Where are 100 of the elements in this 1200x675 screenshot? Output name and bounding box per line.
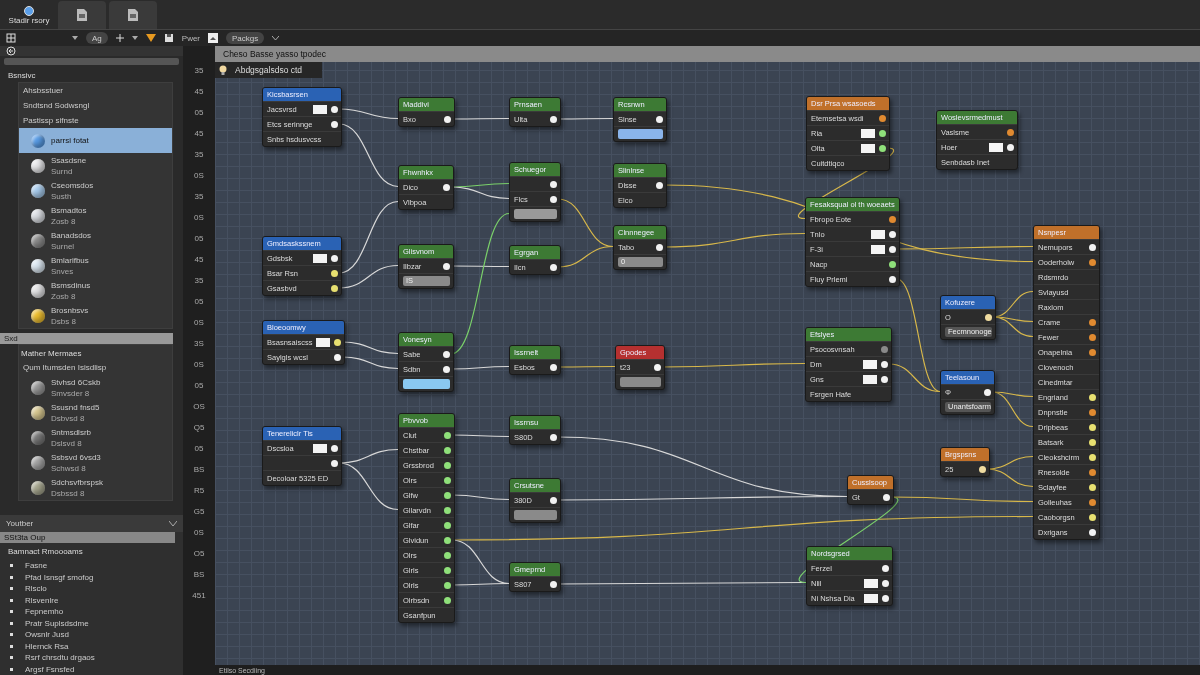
pin-socket[interactable] [444,476,451,484]
pin-socket[interactable] [1089,258,1096,266]
pin-socket[interactable] [331,269,338,277]
pin-socket[interactable] [1089,318,1096,326]
pin-socket[interactable] [881,360,888,368]
pin-socket[interactable] [983,388,991,396]
pin-socket[interactable] [1089,423,1096,431]
packages-dropdown[interactable]: Packgs [226,32,265,44]
chevron-icon[interactable] [272,36,280,40]
pin-socket[interactable] [444,596,451,604]
pin-socket[interactable] [331,105,338,113]
pin-socket[interactable] [1089,453,1096,461]
value-field[interactable] [514,209,557,219]
pin-socket[interactable] [444,446,451,454]
chevron-icon[interactable] [169,521,177,526]
material-item[interactable]: Ssasdsne Surnd [19,153,172,178]
pin-socket[interactable] [1007,128,1014,136]
document-tab[interactable] [58,1,106,29]
value-field[interactable] [514,510,557,520]
pin-socket[interactable] [443,183,450,191]
pin-socket[interactable] [1089,243,1096,251]
material-item[interactable]: Brosnbsvs Dsbs 8 [19,303,172,328]
pin-socket[interactable] [550,195,557,203]
value-swatch[interactable] [864,593,878,603]
pin-socket[interactable] [882,579,889,587]
document-tab[interactable] [109,1,157,29]
value-swatch[interactable] [864,578,878,588]
pin-socket[interactable] [550,115,557,123]
pin-socket[interactable] [881,375,888,383]
image-icon[interactable] [208,33,219,43]
material-item[interactable]: Ssbsvd 6vsd3 Schwsd 8 [19,450,172,475]
pin-socket[interactable] [444,551,451,559]
value-swatch[interactable] [313,104,327,114]
pin-socket[interactable] [888,275,896,283]
pin-socket[interactable] [550,263,557,271]
pin-socket[interactable] [656,243,663,251]
value-swatch[interactable] [316,337,331,347]
pin-socket[interactable] [1089,438,1096,446]
pin-socket[interactable] [656,181,663,189]
value-swatch[interactable] [870,229,885,239]
pin-socket[interactable] [444,536,451,544]
caret-icon[interactable] [72,36,78,40]
pin-socket[interactable] [444,115,451,123]
plus-icon[interactable] [115,34,124,42]
list-item[interactable]: Pastissp sifnste [19,113,172,128]
pin-socket[interactable] [444,566,451,574]
pin-socket[interactable] [331,120,338,128]
pin-socket[interactable] [550,580,557,588]
pin-socket[interactable] [879,114,886,122]
pin-socket[interactable] [331,459,338,467]
list-item[interactable]: Ahsbsstuer [19,83,172,98]
pin-socket[interactable] [444,506,451,514]
pin-socket[interactable] [550,433,557,441]
material-item[interactable]: Bmlarifbus Snves [19,253,172,278]
value-field[interactable] [618,129,663,139]
value-swatch[interactable] [313,443,327,453]
pin-socket[interactable] [550,496,557,504]
pin-socket[interactable] [879,129,886,137]
pin-socket[interactable] [1089,333,1096,341]
value-swatch[interactable] [863,359,877,369]
pin-socket[interactable] [984,313,992,321]
material-item[interactable]: Stvhsd 6Cskb Smvsder 8 [19,375,172,400]
value-swatch[interactable] [313,253,327,263]
pin-socket[interactable] [443,262,450,270]
material-item[interactable]: Cseomsdos Susth [19,178,172,203]
pin-socket[interactable] [444,491,451,499]
pin-socket[interactable] [443,350,450,358]
value-field[interactable] [403,379,450,389]
pin-socket[interactable] [883,493,890,501]
pin-socket[interactable] [1089,348,1096,356]
caret-icon[interactable] [131,36,138,40]
pin-socket[interactable] [331,444,338,452]
pin-socket[interactable] [334,338,342,346]
pin-socket[interactable] [888,260,896,268]
pin-socket[interactable] [654,363,661,371]
pin-socket[interactable] [331,254,338,262]
value-swatch[interactable] [863,374,877,384]
value-swatch[interactable] [989,142,1003,152]
pin-socket[interactable] [1089,393,1096,401]
pin-socket[interactable] [888,215,896,223]
back-icon[interactable] [6,46,16,56]
pin-socket[interactable] [1089,408,1096,416]
save-icon[interactable] [163,33,174,43]
material-item[interactable]: Banadsdos Surnel [19,228,172,253]
material-item[interactable]: Bsmsdinus Zosb 8 [19,278,172,303]
pin-socket[interactable] [444,461,451,469]
pin-socket[interactable] [1089,528,1096,536]
pin-socket[interactable] [550,180,557,188]
list-item[interactable]: Qum Itumsden Isisdlisp [19,360,172,375]
material-item[interactable]: Sdchsvfbrspsk Dsbssd 8 [19,475,172,500]
pin-socket[interactable] [1089,498,1096,506]
pin-socket[interactable] [882,564,889,572]
value-swatch[interactable] [861,128,875,138]
pin-socket[interactable] [882,594,889,602]
pin-socket[interactable] [979,465,986,473]
pin-socket[interactable] [1089,483,1096,491]
pin-socket[interactable] [888,230,896,238]
pin-socket[interactable] [444,431,451,439]
pin-socket[interactable] [1089,468,1096,476]
pin-socket[interactable] [550,363,557,371]
